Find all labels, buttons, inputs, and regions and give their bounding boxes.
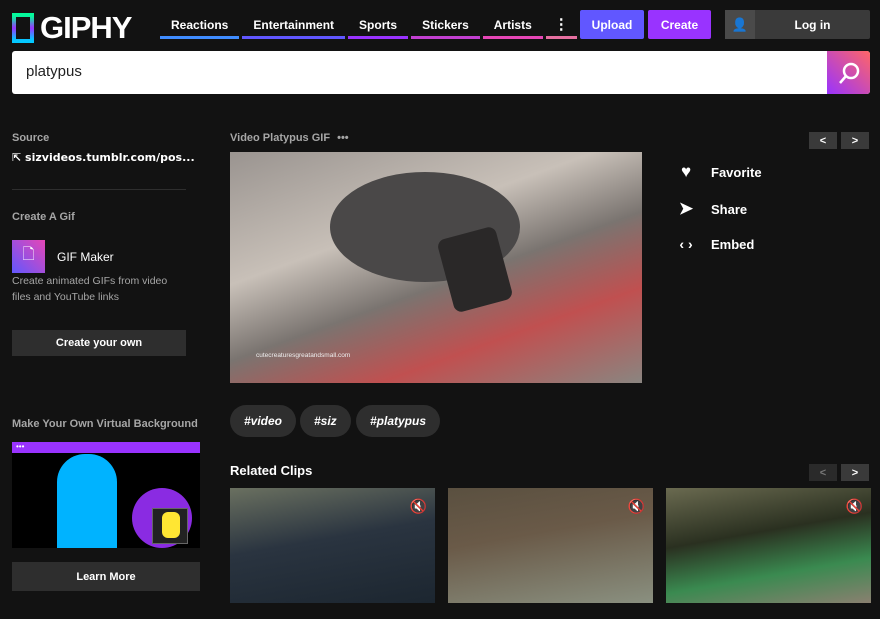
virtual-background-label: Make Your Own Virtual Background: [12, 418, 198, 430]
user-icon: 👤: [725, 10, 755, 39]
mute-icon[interactable]: 🔇: [846, 498, 863, 515]
learn-more-button[interactable]: Learn More: [12, 562, 200, 591]
upload-button[interactable]: Upload: [580, 10, 644, 39]
source-link[interactable]: ⇱ sizvideos.tumblr.com/pos...: [12, 151, 195, 164]
previous-button[interactable]: <: [809, 132, 837, 149]
gif-maker-description: Create animated GIFs from video files an…: [12, 275, 168, 303]
gif-player[interactable]: cutecreaturesgreatandsmall.com: [230, 152, 642, 383]
tag-video[interactable]: #video: [230, 405, 297, 437]
related-clip[interactable]: 🔇: [666, 488, 871, 603]
create-gif-label: Create A Gif: [12, 211, 75, 223]
virtual-background-image[interactable]: •••: [12, 442, 200, 548]
related-previous-button[interactable]: <: [809, 464, 837, 481]
search-icon: [838, 62, 859, 84]
divider: [12, 189, 186, 190]
mute-icon[interactable]: 🔇: [628, 498, 645, 515]
nav-reactions[interactable]: Reactions: [160, 10, 240, 39]
next-button[interactable]: >: [841, 132, 869, 149]
create-your-own-button[interactable]: Create your own: [12, 330, 186, 356]
nav-artists[interactable]: Artists: [482, 10, 543, 39]
share-button[interactable]: ➤ Share: [676, 199, 747, 219]
nav-stickers[interactable]: Stickers: [411, 10, 480, 39]
mute-icon[interactable]: 🔇: [410, 498, 427, 515]
create-button[interactable]: Create: [648, 10, 711, 39]
heart-icon: ♥: [680, 162, 692, 181]
search-input[interactable]: [26, 63, 806, 80]
search-bar: [12, 51, 870, 94]
login-button[interactable]: 👤 Log in: [725, 10, 870, 39]
gif-title: Video Platypus GIF •••: [230, 132, 349, 144]
logo-mark-icon: [12, 13, 34, 43]
gif-maker-icon[interactable]: 🗋: [12, 240, 45, 273]
favorite-button[interactable]: ♥ Favorite: [676, 162, 762, 182]
code-icon: ‹ ›: [679, 236, 693, 252]
nav-sports[interactable]: Sports: [348, 10, 409, 39]
source-label: Source: [12, 132, 50, 144]
tag-siz[interactable]: #siz: [300, 405, 351, 437]
more-menu-icon[interactable]: ⋮: [545, 10, 577, 39]
gif-maker-title[interactable]: GIF Maker: [57, 250, 114, 264]
tag-platypus[interactable]: #platypus: [356, 405, 441, 437]
search-button[interactable]: [827, 51, 870, 94]
nav-bar: Reactions Entertainment Sports Stickers …: [160, 10, 577, 39]
embed-button[interactable]: ‹ › Embed: [676, 236, 754, 252]
giphy-logo[interactable]: GIPHY: [12, 10, 132, 46]
related-clip[interactable]: 🔇: [448, 488, 653, 603]
related-clip[interactable]: 🔇: [230, 488, 435, 603]
related-clips-title: Related Clips: [230, 463, 313, 478]
paper-plane-icon: ➤: [678, 199, 694, 218]
more-options-icon[interactable]: •••: [337, 132, 349, 144]
external-link-icon: ⇱: [12, 151, 26, 164]
watermark: cutecreaturesgreatandsmall.com: [256, 352, 351, 359]
nav-entertainment[interactable]: Entertainment: [242, 10, 346, 39]
related-next-button[interactable]: >: [841, 464, 869, 481]
